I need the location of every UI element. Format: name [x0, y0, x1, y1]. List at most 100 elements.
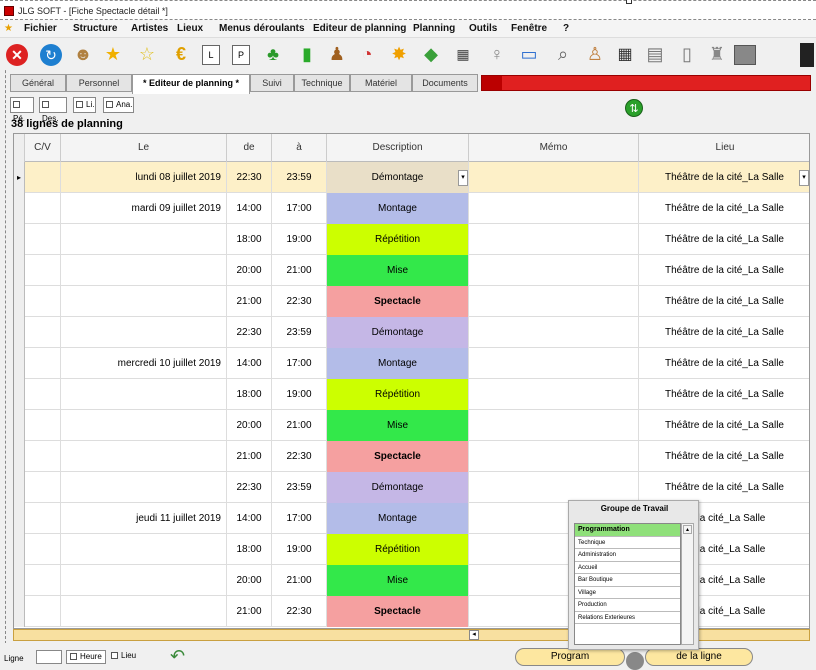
cell-a[interactable]: 23:59: [272, 472, 327, 503]
menu-editeur-planning[interactable]: Editeur de planning: [313, 23, 406, 34]
cell-le[interactable]: [61, 317, 227, 348]
cell-cv[interactable]: [25, 162, 61, 193]
table-row[interactable]: 22:30 23:59 Démontage Théâtre de la cité_La…: [14, 472, 809, 503]
description-dropdown-icon[interactable]: ▾: [458, 170, 468, 186]
header-a[interactable]: à: [272, 134, 327, 162]
cell-cv[interactable]: [25, 224, 61, 255]
scroll-up-icon[interactable]: ▴: [683, 525, 692, 534]
table-row[interactable]: 18:00 19:00 Répétition Théâtre de la cité_L…: [14, 224, 809, 255]
cell-de[interactable]: 18:00: [227, 379, 272, 410]
undo-icon[interactable]: ↶: [170, 646, 185, 667]
user-icon[interactable]: ♙: [582, 41, 608, 67]
magnifier-icon[interactable]: ⌕: [550, 41, 576, 67]
star-outline-icon[interactable]: ☆: [134, 41, 160, 67]
groupe-item[interactable]: Bar Boutique: [575, 574, 680, 587]
cell-le[interactable]: [61, 565, 227, 596]
table-row[interactable]: mardi 09 juillet 2019 14:00 17:00 Montage Th…: [14, 193, 809, 224]
cell-lieu[interactable]: Théâtre de la cité_La Salle: [639, 472, 809, 503]
cell-a[interactable]: 17:00: [272, 348, 327, 379]
table-row[interactable]: ▸ lundi 08 juillet 2019 22:30 23:59 Démontag…: [14, 162, 809, 193]
cell-description[interactable]: Spectacle: [327, 286, 469, 317]
heure-checkbox[interactable]: Heure: [66, 650, 106, 664]
cell-de[interactable]: 20:00: [227, 565, 272, 596]
bulb-icon[interactable]: ♀: [484, 41, 510, 67]
cell-a[interactable]: 17:00: [272, 193, 327, 224]
cell-de[interactable]: 21:00: [227, 441, 272, 472]
cell-le[interactable]: lundi 08 juillet 2019: [61, 162, 227, 193]
menu-artistes[interactable]: Artistes: [131, 23, 168, 34]
cell-description[interactable]: Montage: [327, 193, 469, 224]
cell-description[interactable]: Mise: [327, 255, 469, 286]
cell-memo[interactable]: [469, 286, 639, 317]
P-box-icon[interactable]: P: [232, 45, 250, 65]
cell-description[interactable]: Spectacle: [327, 596, 469, 627]
cell-a[interactable]: 22:30: [272, 441, 327, 472]
table-icon[interactable]: ▤: [642, 41, 668, 67]
cell-le[interactable]: [61, 472, 227, 503]
cell-memo[interactable]: [469, 317, 639, 348]
groupe-item[interactable]: Technique: [575, 537, 680, 549]
cell-le[interactable]: [61, 410, 227, 441]
cell-description[interactable]: Démontage: [327, 317, 469, 348]
calendar-icon[interactable]: ▦: [450, 41, 476, 67]
groupe-item[interactable]: Administration: [575, 549, 680, 562]
cell-cv[interactable]: [25, 472, 61, 503]
cell-cv[interactable]: [25, 441, 61, 472]
cell-de[interactable]: 22:30: [227, 317, 272, 348]
refresh-icon[interactable]: ↻: [40, 44, 62, 66]
groupe-item[interactable]: Production: [575, 599, 680, 612]
header-de[interactable]: de: [227, 134, 272, 162]
table-row[interactable]: 18:00 19:00 Répétition Théâtre de la cité_L…: [14, 379, 809, 410]
cell-le[interactable]: [61, 255, 227, 286]
euro-icon[interactable]: €: [168, 41, 194, 67]
cell-lieu[interactable]: Théâtre de la cité_La Salle: [639, 348, 809, 379]
cell-memo[interactable]: [469, 255, 639, 286]
cell-a[interactable]: 19:00: [272, 224, 327, 255]
chart-icon[interactable]: ◔: [354, 41, 380, 67]
cell-description[interactable]: Mise: [327, 565, 469, 596]
table-row[interactable]: 21:00 22:30 Spectacle Théâtre de la cité_La…: [14, 441, 809, 472]
cell-de[interactable]: 14:00: [227, 503, 272, 534]
tab-personnel[interactable]: Personnel: [66, 74, 132, 92]
table-row[interactable]: mercredi 10 juillet 2019 14:00 17:00 Montag…: [14, 348, 809, 379]
menu-help[interactable]: ?: [563, 23, 569, 34]
cell-le[interactable]: mercredi 10 juillet 2019: [61, 348, 227, 379]
cell-memo[interactable]: [469, 410, 639, 441]
cell-description[interactable]: Répétition: [327, 224, 469, 255]
cell-cv[interactable]: [25, 255, 61, 286]
menu-menus-deroulants[interactable]: Menus déroulants: [219, 23, 305, 34]
cell-description[interactable]: Spectacle: [327, 441, 469, 472]
dark-icon[interactable]: [800, 43, 814, 67]
ligne-input[interactable]: [36, 650, 62, 664]
cell-description[interactable]: Démontage: [327, 162, 469, 193]
tab-editeur-planning[interactable]: * Editeur de planning *: [132, 74, 250, 94]
table-row[interactable]: 22:30 23:59 Démontage Théâtre de la cité_La…: [14, 317, 809, 348]
cell-cv[interactable]: [25, 193, 61, 224]
train-icon[interactable]: ♜: [704, 41, 730, 67]
cell-cv[interactable]: [25, 379, 61, 410]
cell-le[interactable]: [61, 379, 227, 410]
tablet-icon[interactable]: ▯: [674, 41, 700, 67]
header-lieu[interactable]: Lieu: [639, 134, 809, 162]
cell-a[interactable]: 23:59: [272, 162, 327, 193]
cell-memo[interactable]: [469, 441, 639, 472]
cell-lieu[interactable]: Théâtre de la cité_La Salle: [639, 410, 809, 441]
header-le[interactable]: Le: [61, 134, 227, 162]
cell-de[interactable]: 22:30: [227, 472, 272, 503]
cell-lieu[interactable]: Théâtre de la cité_La Salle: [639, 379, 809, 410]
cell-memo[interactable]: [469, 193, 639, 224]
cell-de[interactable]: 21:00: [227, 596, 272, 627]
line-action-button[interactable]: de la ligne: [645, 648, 753, 666]
header-description[interactable]: Description: [327, 134, 469, 162]
table-row[interactable]: 21:00 22:30 Spectacle Théâtre de la cité_La…: [14, 286, 809, 317]
cell-description[interactable]: Montage: [327, 503, 469, 534]
settings-icon[interactable]: [734, 45, 756, 65]
cell-de[interactable]: 14:00: [227, 193, 272, 224]
menu-outils[interactable]: Outils: [469, 23, 497, 34]
groupe-item[interactable]: Accueil: [575, 562, 680, 574]
cell-description[interactable]: Montage: [327, 348, 469, 379]
menu-lieux[interactable]: Lieux: [177, 23, 203, 34]
lieu-dropdown-icon[interactable]: ▾: [799, 170, 809, 186]
groupe-item[interactable]: Relations Exterieures: [575, 612, 680, 624]
cell-a[interactable]: 22:30: [272, 286, 327, 317]
